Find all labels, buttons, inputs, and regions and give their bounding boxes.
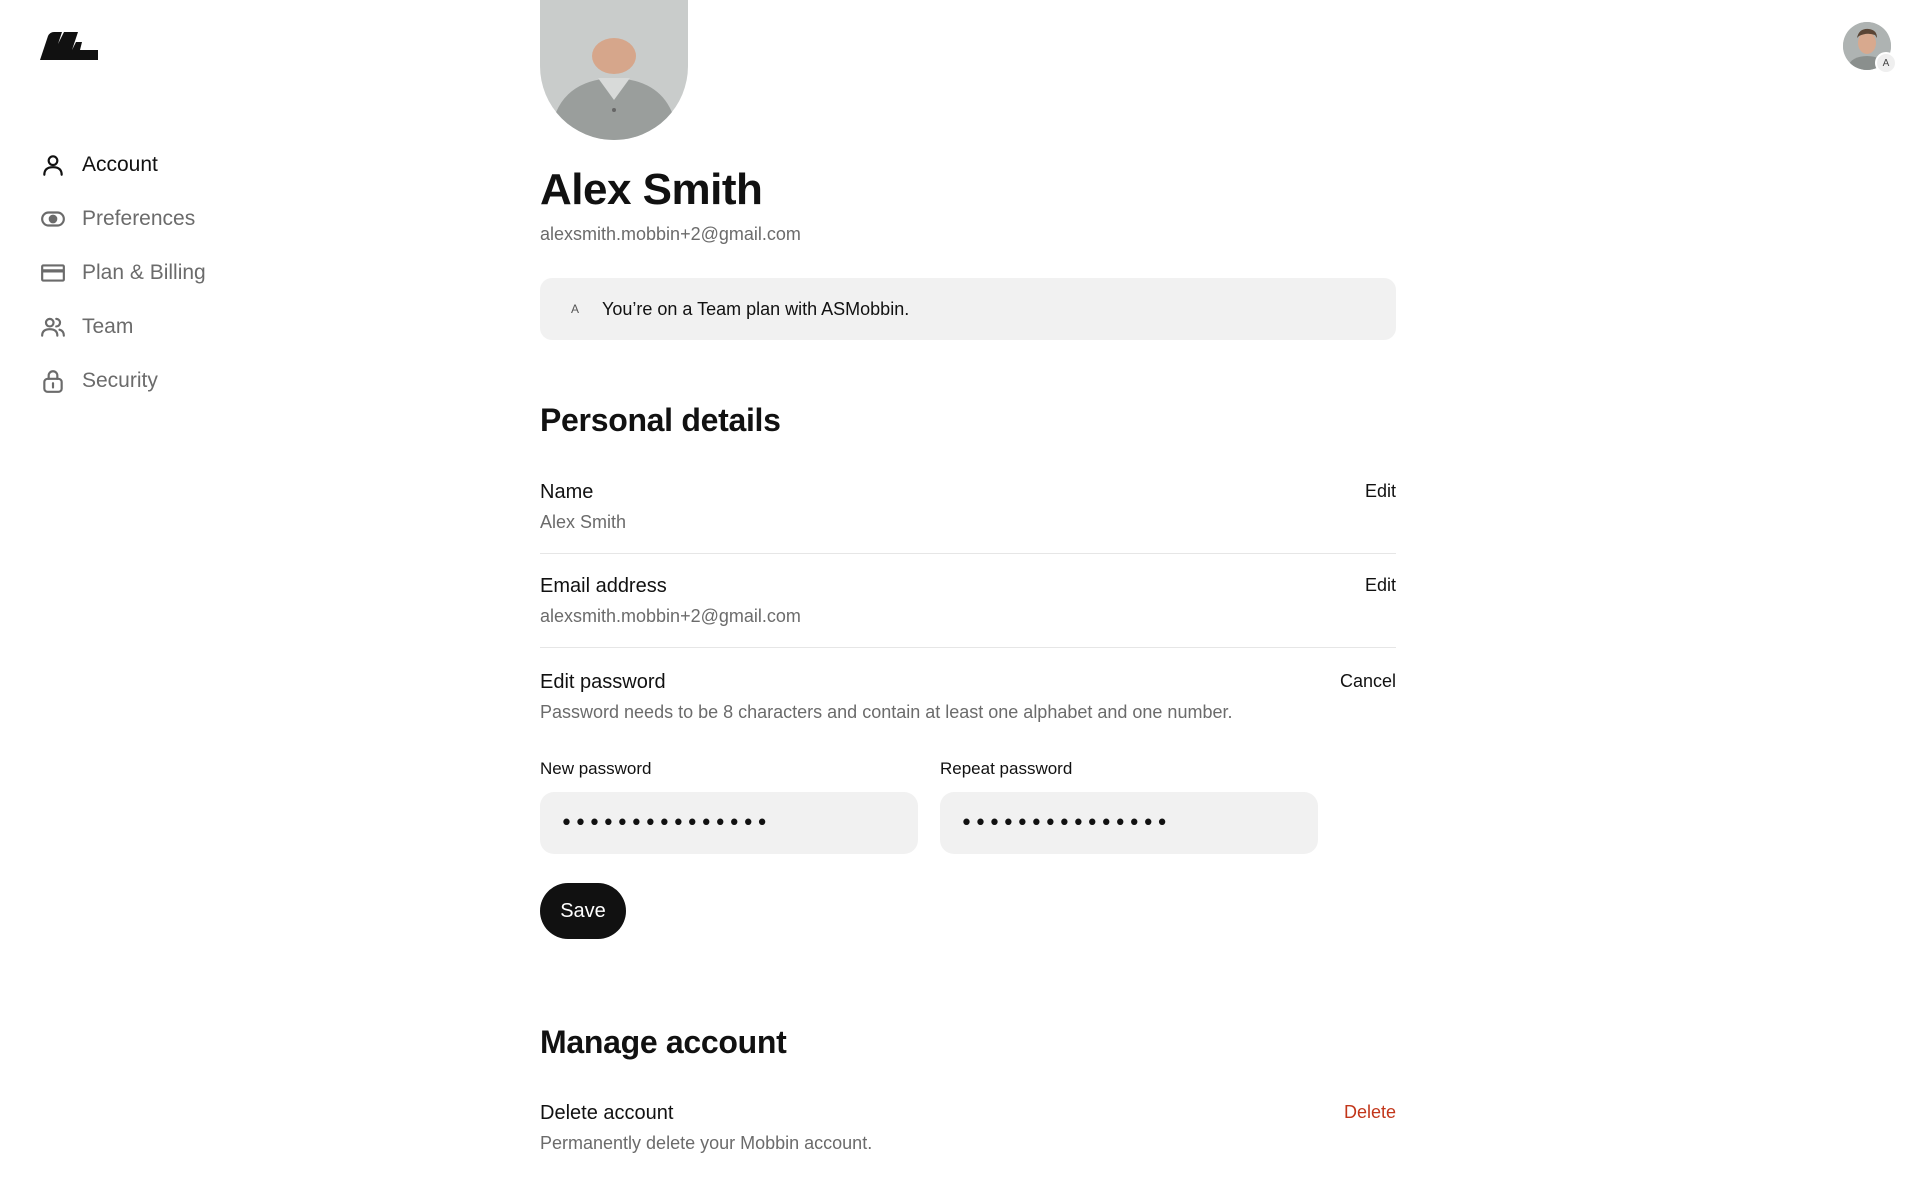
password-hint: Password needs to be 8 characters and co… <box>540 702 1233 722</box>
plan-banner-text: You’re on a Team plan with ASMobbin. <box>602 298 910 319</box>
user-icon <box>40 152 66 178</box>
sidebar-item-account[interactable]: Account <box>40 138 300 192</box>
delete-account-description: Permanently delete your Mobbin account. <box>540 1133 873 1153</box>
edit-email-button[interactable]: Edit <box>1365 575 1396 596</box>
delete-account-button[interactable]: Delete <box>1344 1102 1396 1123</box>
profile-photo[interactable] <box>540 0 688 140</box>
account-settings-page: A Account Preferences Plan & Billing Tea… <box>0 0 1920 1200</box>
sidebar-item-preferences[interactable]: Preferences <box>40 192 300 246</box>
users-icon <box>40 314 66 340</box>
divider <box>540 647 1396 648</box>
email-row: Email address alexsmith.mobbin+2@gmail.c… <box>540 575 1396 627</box>
delete-account-label: Delete account <box>540 1102 674 1124</box>
sidebar-item-label: Team <box>82 315 134 338</box>
name-label: Name <box>540 481 594 503</box>
sidebar-item-label: Preferences <box>82 207 196 230</box>
sidebar-item-team[interactable]: Team <box>40 300 300 354</box>
team-badge: A <box>1875 52 1897 74</box>
manage-account-title: Manage account <box>540 1024 787 1060</box>
team-badge: A <box>570 302 579 316</box>
email-value: alexsmith.mobbin+2@gmail.com <box>540 606 801 626</box>
sidebar-item-label: Security <box>82 369 158 392</box>
new-password-label: New password <box>540 759 652 778</box>
profile-email: alexsmith.mobbin+2@gmail.com <box>540 224 801 244</box>
mobbin-logo-icon[interactable] <box>40 32 98 60</box>
name-value: Alex Smith <box>540 512 627 532</box>
user-avatar[interactable]: A <box>1843 22 1897 74</box>
settings-sidebar: Account Preferences Plan & Billing Team … <box>40 138 300 408</box>
save-password-button[interactable]: Save <box>540 883 626 939</box>
edit-password-label: Edit password <box>540 671 666 693</box>
lock-icon <box>40 368 66 394</box>
password-row: Edit password Password needs to be 8 cha… <box>540 671 1396 723</box>
personal-details-title: Personal details <box>540 402 781 438</box>
sidebar-item-label: Plan & Billing <box>82 261 206 284</box>
cancel-password-button[interactable]: Cancel <box>1340 671 1396 692</box>
name-row: Name Alex Smith Edit <box>540 481 1396 533</box>
credit-card-icon <box>40 260 66 286</box>
delete-account-row: Delete account Permanently delete your M… <box>540 1102 1396 1154</box>
edit-name-button[interactable]: Edit <box>1365 481 1396 502</box>
email-label: Email address <box>540 575 667 597</box>
repeat-password-input[interactable]: ••••••••••••••• <box>940 792 1318 854</box>
eye-icon <box>40 206 66 232</box>
repeat-password-label: Repeat password <box>940 759 1073 778</box>
profile-name: Alex Smith <box>540 165 763 214</box>
divider <box>540 553 1396 554</box>
sidebar-item-security[interactable]: Security <box>40 354 300 408</box>
new-password-input[interactable]: ••••••••••••••• <box>540 792 918 854</box>
team-plan-banner: A You’re on a Team plan with ASMobbin. <box>540 278 1396 340</box>
sidebar-item-plan-billing[interactable]: Plan & Billing <box>40 246 300 300</box>
sidebar-item-label: Account <box>82 153 158 176</box>
